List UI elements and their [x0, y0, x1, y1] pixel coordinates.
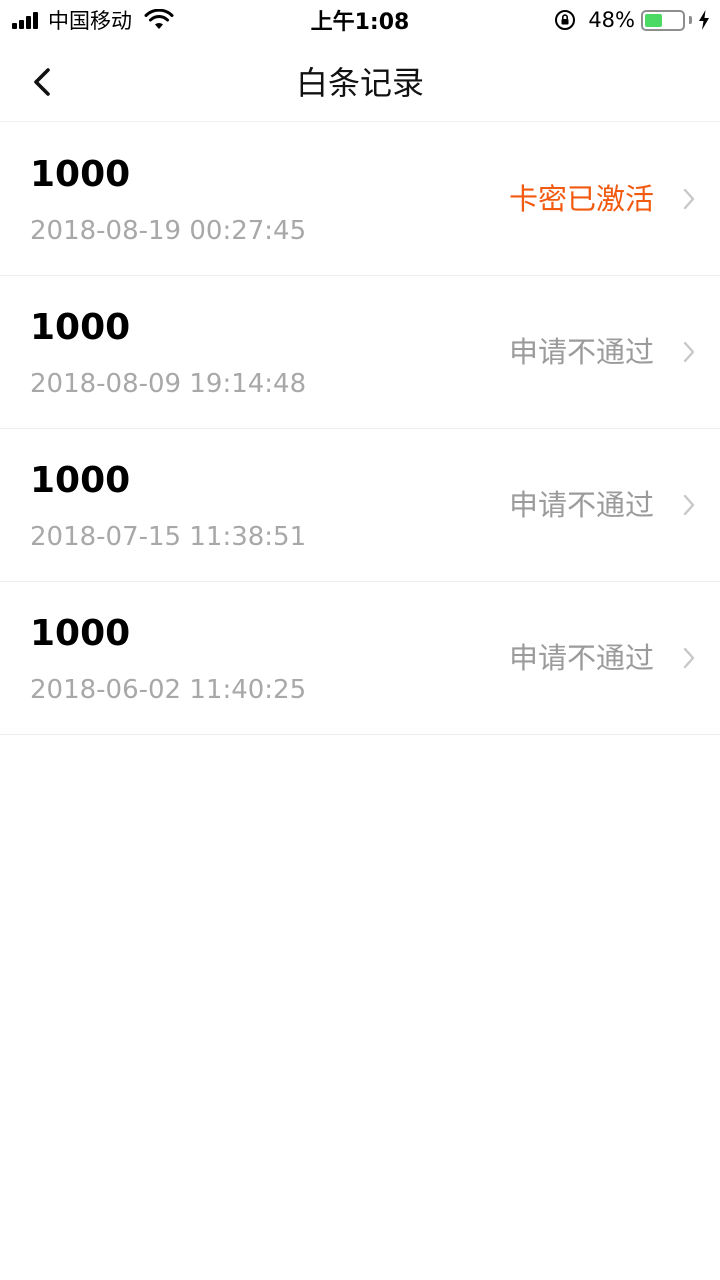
record-amount: 1000 [30, 154, 131, 195]
record-status: 申请不通过 [508, 335, 654, 369]
battery-cap [689, 16, 692, 24]
record-date: 2018-07-15 11:38:51 [30, 522, 307, 552]
chevron-right-icon [683, 188, 695, 210]
back-button[interactable] [22, 60, 62, 104]
status-bar-right: 48% [554, 0, 710, 40]
record-row[interactable]: 1000 2018-07-15 11:38:51 申请不通过 [0, 429, 720, 582]
record-status: 申请不通过 [508, 488, 654, 522]
battery-fill [645, 13, 662, 27]
battery-icon [641, 9, 685, 31]
nav-bar: 白条记录 [0, 40, 720, 122]
record-date: 2018-08-19 00:27:45 [30, 216, 307, 246]
status-bar: 中国移动 上午1:08 48% [0, 0, 720, 40]
record-row[interactable]: 1000 2018-08-19 00:27:45 卡密已激活 [0, 123, 720, 276]
chevron-right-icon [683, 341, 695, 363]
chevron-right-icon [683, 647, 695, 669]
rotation-lock-icon [555, 10, 576, 30]
record-row[interactable]: 1000 2018-06-02 11:40:25 申请不通过 [0, 582, 720, 735]
record-date: 2018-06-02 11:40:25 [30, 675, 307, 705]
charging-bolt-icon [699, 10, 709, 30]
record-amount: 1000 [30, 307, 131, 348]
battery-percent: 48% [588, 8, 635, 32]
record-amount: 1000 [30, 460, 131, 501]
record-status: 申请不通过 [508, 641, 654, 675]
record-date: 2018-08-09 19:14:48 [30, 369, 307, 399]
record-row[interactable]: 1000 2018-08-09 19:14:48 申请不通过 [0, 276, 720, 429]
page-title: 白条记录 [295, 64, 424, 102]
chevron-left-icon [34, 68, 50, 96]
chevron-right-icon [683, 494, 695, 516]
record-list: 1000 2018-08-19 00:27:45 卡密已激活 1000 2018… [0, 123, 720, 735]
record-status: 卡密已激活 [508, 182, 654, 216]
record-amount: 1000 [30, 613, 131, 654]
